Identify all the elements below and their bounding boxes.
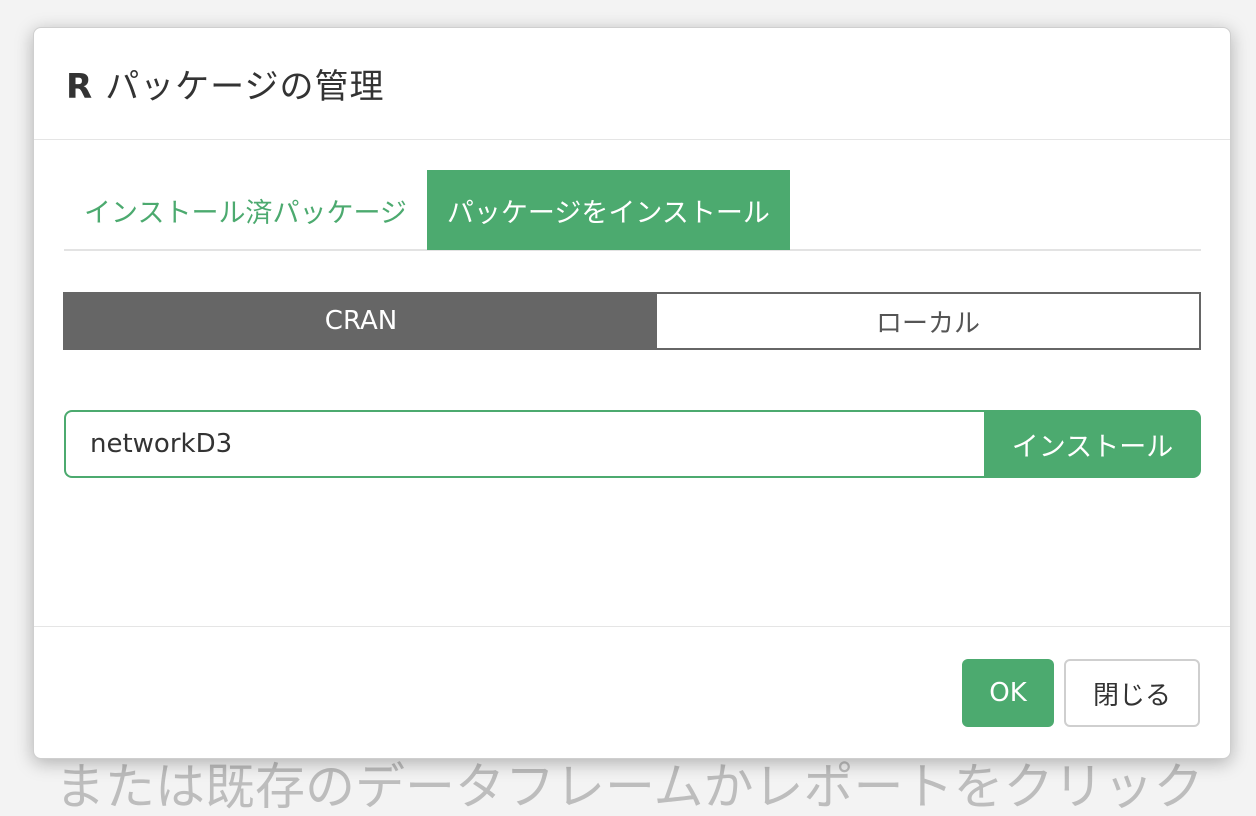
install-button[interactable]: インストール	[984, 410, 1201, 478]
tab-install-package[interactable]: パッケージをインストール	[426, 170, 790, 250]
dialog-header: R パッケージの管理	[34, 28, 1230, 140]
dialog-title-text: パッケージの管理	[105, 67, 385, 107]
source-cran-button[interactable]: CRAN	[65, 294, 657, 348]
tab-bar: インストール済パッケージ パッケージをインストール	[64, 170, 1201, 251]
dialog-title: R パッケージの管理	[66, 59, 385, 108]
dialog-footer: OK 閉じる	[34, 626, 1230, 758]
tab-installed-packages[interactable]: インストール済パッケージ	[64, 170, 427, 250]
package-manager-dialog: R パッケージの管理 インストール済パッケージ パッケージをインストール CRAN…	[33, 27, 1231, 759]
install-row: インストール	[64, 410, 1201, 478]
package-name-input[interactable]	[64, 410, 984, 478]
close-button[interactable]: 閉じる	[1064, 659, 1200, 727]
background-text-line-3: または既存のデータフレームかレポートをクリック	[55, 758, 1204, 816]
ok-button[interactable]: OK	[962, 659, 1054, 727]
source-toggle: CRAN ローカル	[63, 292, 1201, 350]
source-local-button[interactable]: ローカル	[657, 294, 1199, 348]
dialog-title-prefix: R	[66, 67, 94, 107]
